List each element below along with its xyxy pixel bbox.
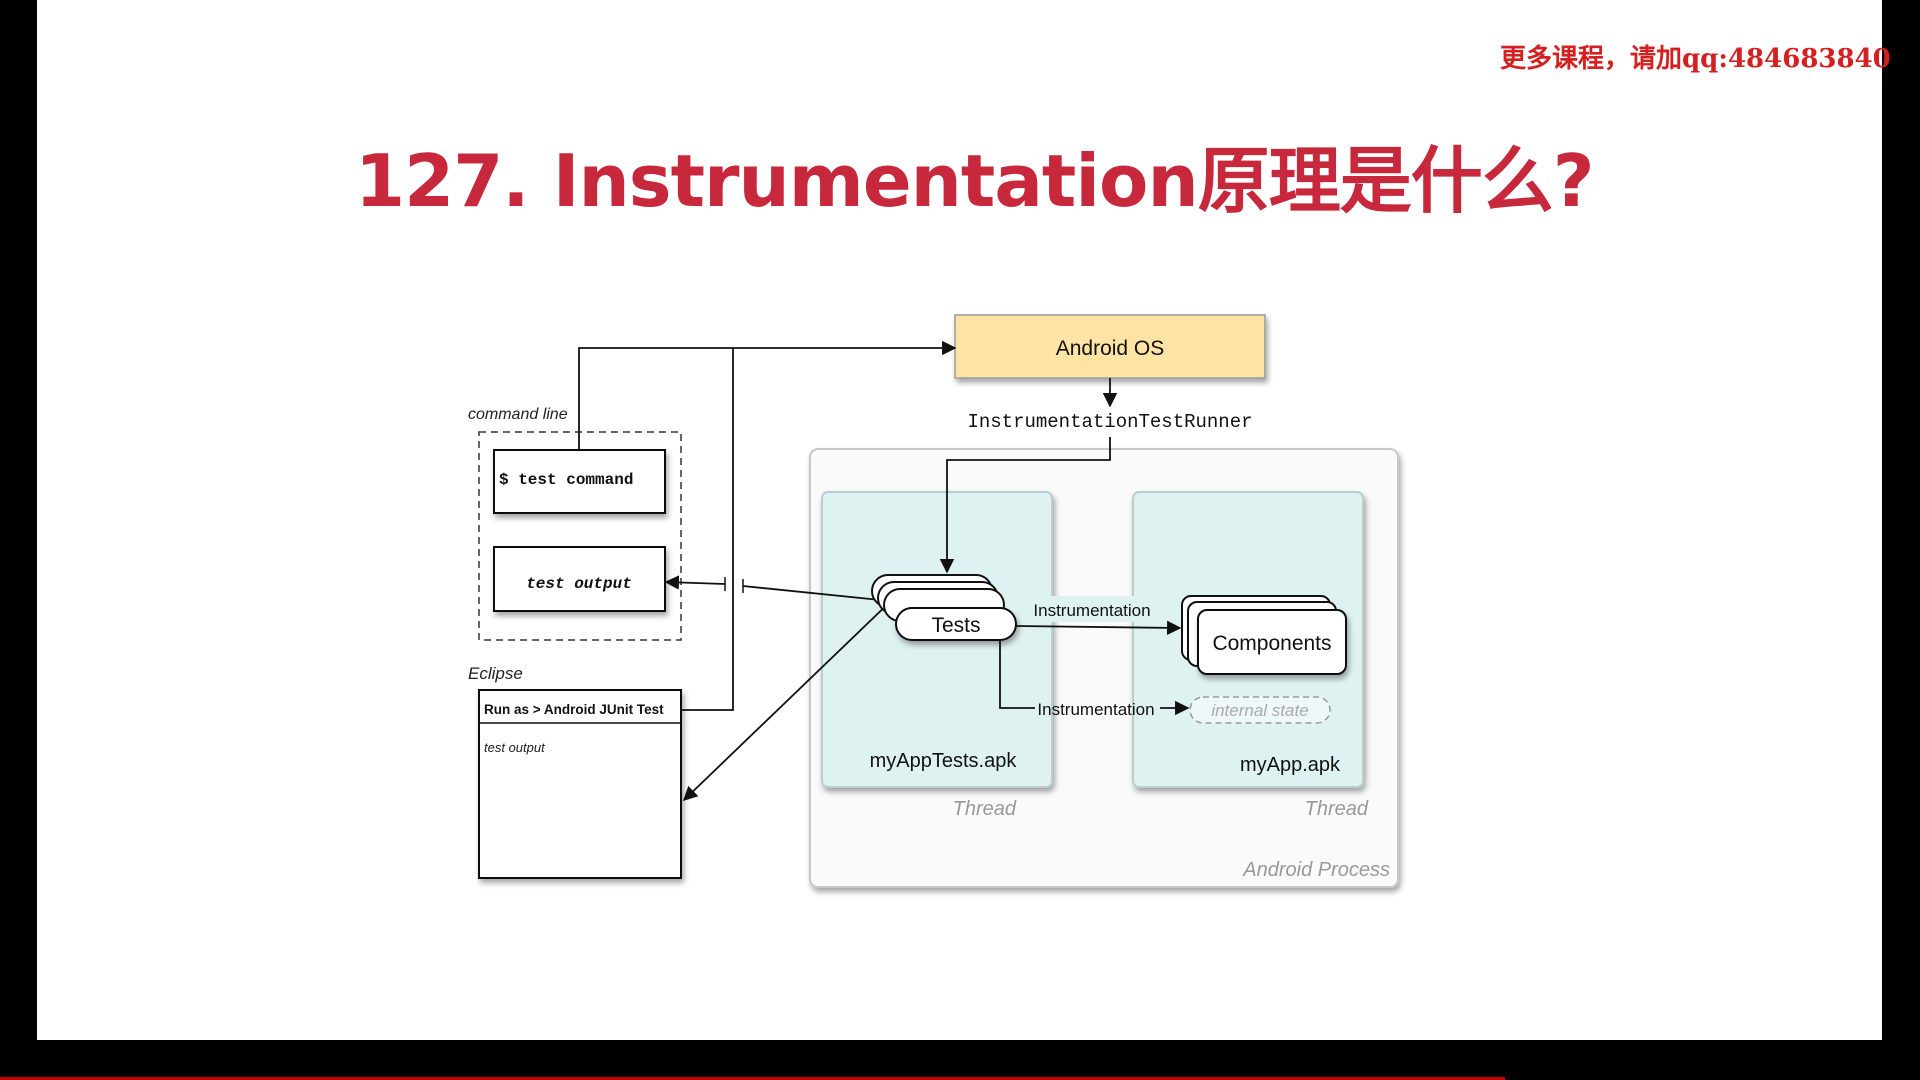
instrumentation-label-1: Instrumentation xyxy=(1033,601,1150,620)
android-process-label: Android Process xyxy=(1242,859,1390,881)
test-output-cli-text: test output xyxy=(526,575,632,593)
command-line-label: command line xyxy=(468,406,568,423)
app-apk-label: myApp.apk xyxy=(1240,754,1341,776)
thread-label-app: Thread xyxy=(1305,798,1369,820)
eclipse-output-text: test output xyxy=(484,740,546,755)
internal-state-label: internal state xyxy=(1211,701,1308,720)
eclipse-label: Eclipse xyxy=(468,664,523,683)
tests-apk-label: myAppTests.apk xyxy=(870,750,1018,772)
instrumentation-diagram: Android Process Thread Thread myAppTests… xyxy=(468,314,1399,888)
eclipse-window xyxy=(478,689,682,879)
instrumentation-label-2: Instrumentation xyxy=(1037,700,1154,719)
arrow-cli-to-os xyxy=(578,340,957,450)
eclipse-run-text: Run as > Android JUnit Test xyxy=(484,702,664,717)
tests-label: Tests xyxy=(931,614,980,637)
components-label: Components xyxy=(1212,632,1331,655)
arrow-eclipse-to-os xyxy=(681,348,734,711)
runner-label: InstrumentationTestRunner xyxy=(967,411,1252,433)
test-command-text: $ test command xyxy=(499,471,633,489)
thread-label-tests: Thread xyxy=(953,798,1017,820)
android-os-label: Android OS xyxy=(1056,337,1165,360)
